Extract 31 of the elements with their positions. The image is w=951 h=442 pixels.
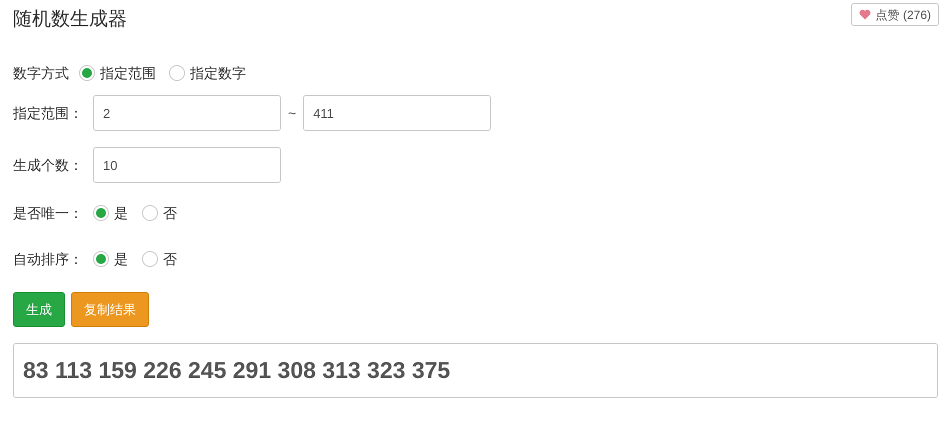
- range-min-field[interactable]: 2: [93, 95, 281, 131]
- radio-option[interactable]: 是: [93, 248, 128, 270]
- radio-button[interactable]: [169, 65, 185, 81]
- range-max-field[interactable]: 411: [303, 95, 492, 131]
- like-button[interactable]: 点赞 (276): [850, 3, 939, 26]
- count-field[interactable]: 10: [93, 147, 281, 183]
- radio-option[interactable]: 指定范围: [79, 62, 156, 84]
- radio-button[interactable]: [93, 251, 109, 267]
- radio-button[interactable]: [142, 205, 158, 221]
- field-label: 自动排序：: [13, 250, 84, 268]
- radio-button[interactable]: [142, 251, 158, 267]
- range-separator: ~: [288, 104, 296, 122]
- page-title: 随机数生成器: [13, 8, 127, 32]
- radio-button[interactable]: [79, 65, 95, 81]
- radio-label: 否: [163, 204, 177, 222]
- radio-option[interactable]: 否: [142, 202, 177, 224]
- heart-icon: [858, 9, 871, 20]
- radio-label: 指定范围: [100, 64, 156, 82]
- radio-label: 是: [114, 250, 128, 268]
- radio-label: 指定数字: [190, 64, 246, 82]
- result-box: 83 113 159 226 245 291 308 313 323 375: [13, 343, 938, 398]
- field-label: 是否唯一：: [13, 204, 84, 222]
- radio-label: 否: [163, 250, 177, 268]
- field-label: 生成个数：: [13, 156, 84, 174]
- field-label: 指定范围：: [13, 104, 84, 122]
- field-label: 数字方式: [13, 64, 69, 82]
- radio-option[interactable]: 是: [93, 202, 128, 224]
- radio-label: 是: [114, 204, 128, 222]
- radio-button[interactable]: [93, 205, 109, 221]
- radio-option[interactable]: 否: [142, 248, 177, 270]
- radio-option[interactable]: 指定数字: [169, 62, 246, 84]
